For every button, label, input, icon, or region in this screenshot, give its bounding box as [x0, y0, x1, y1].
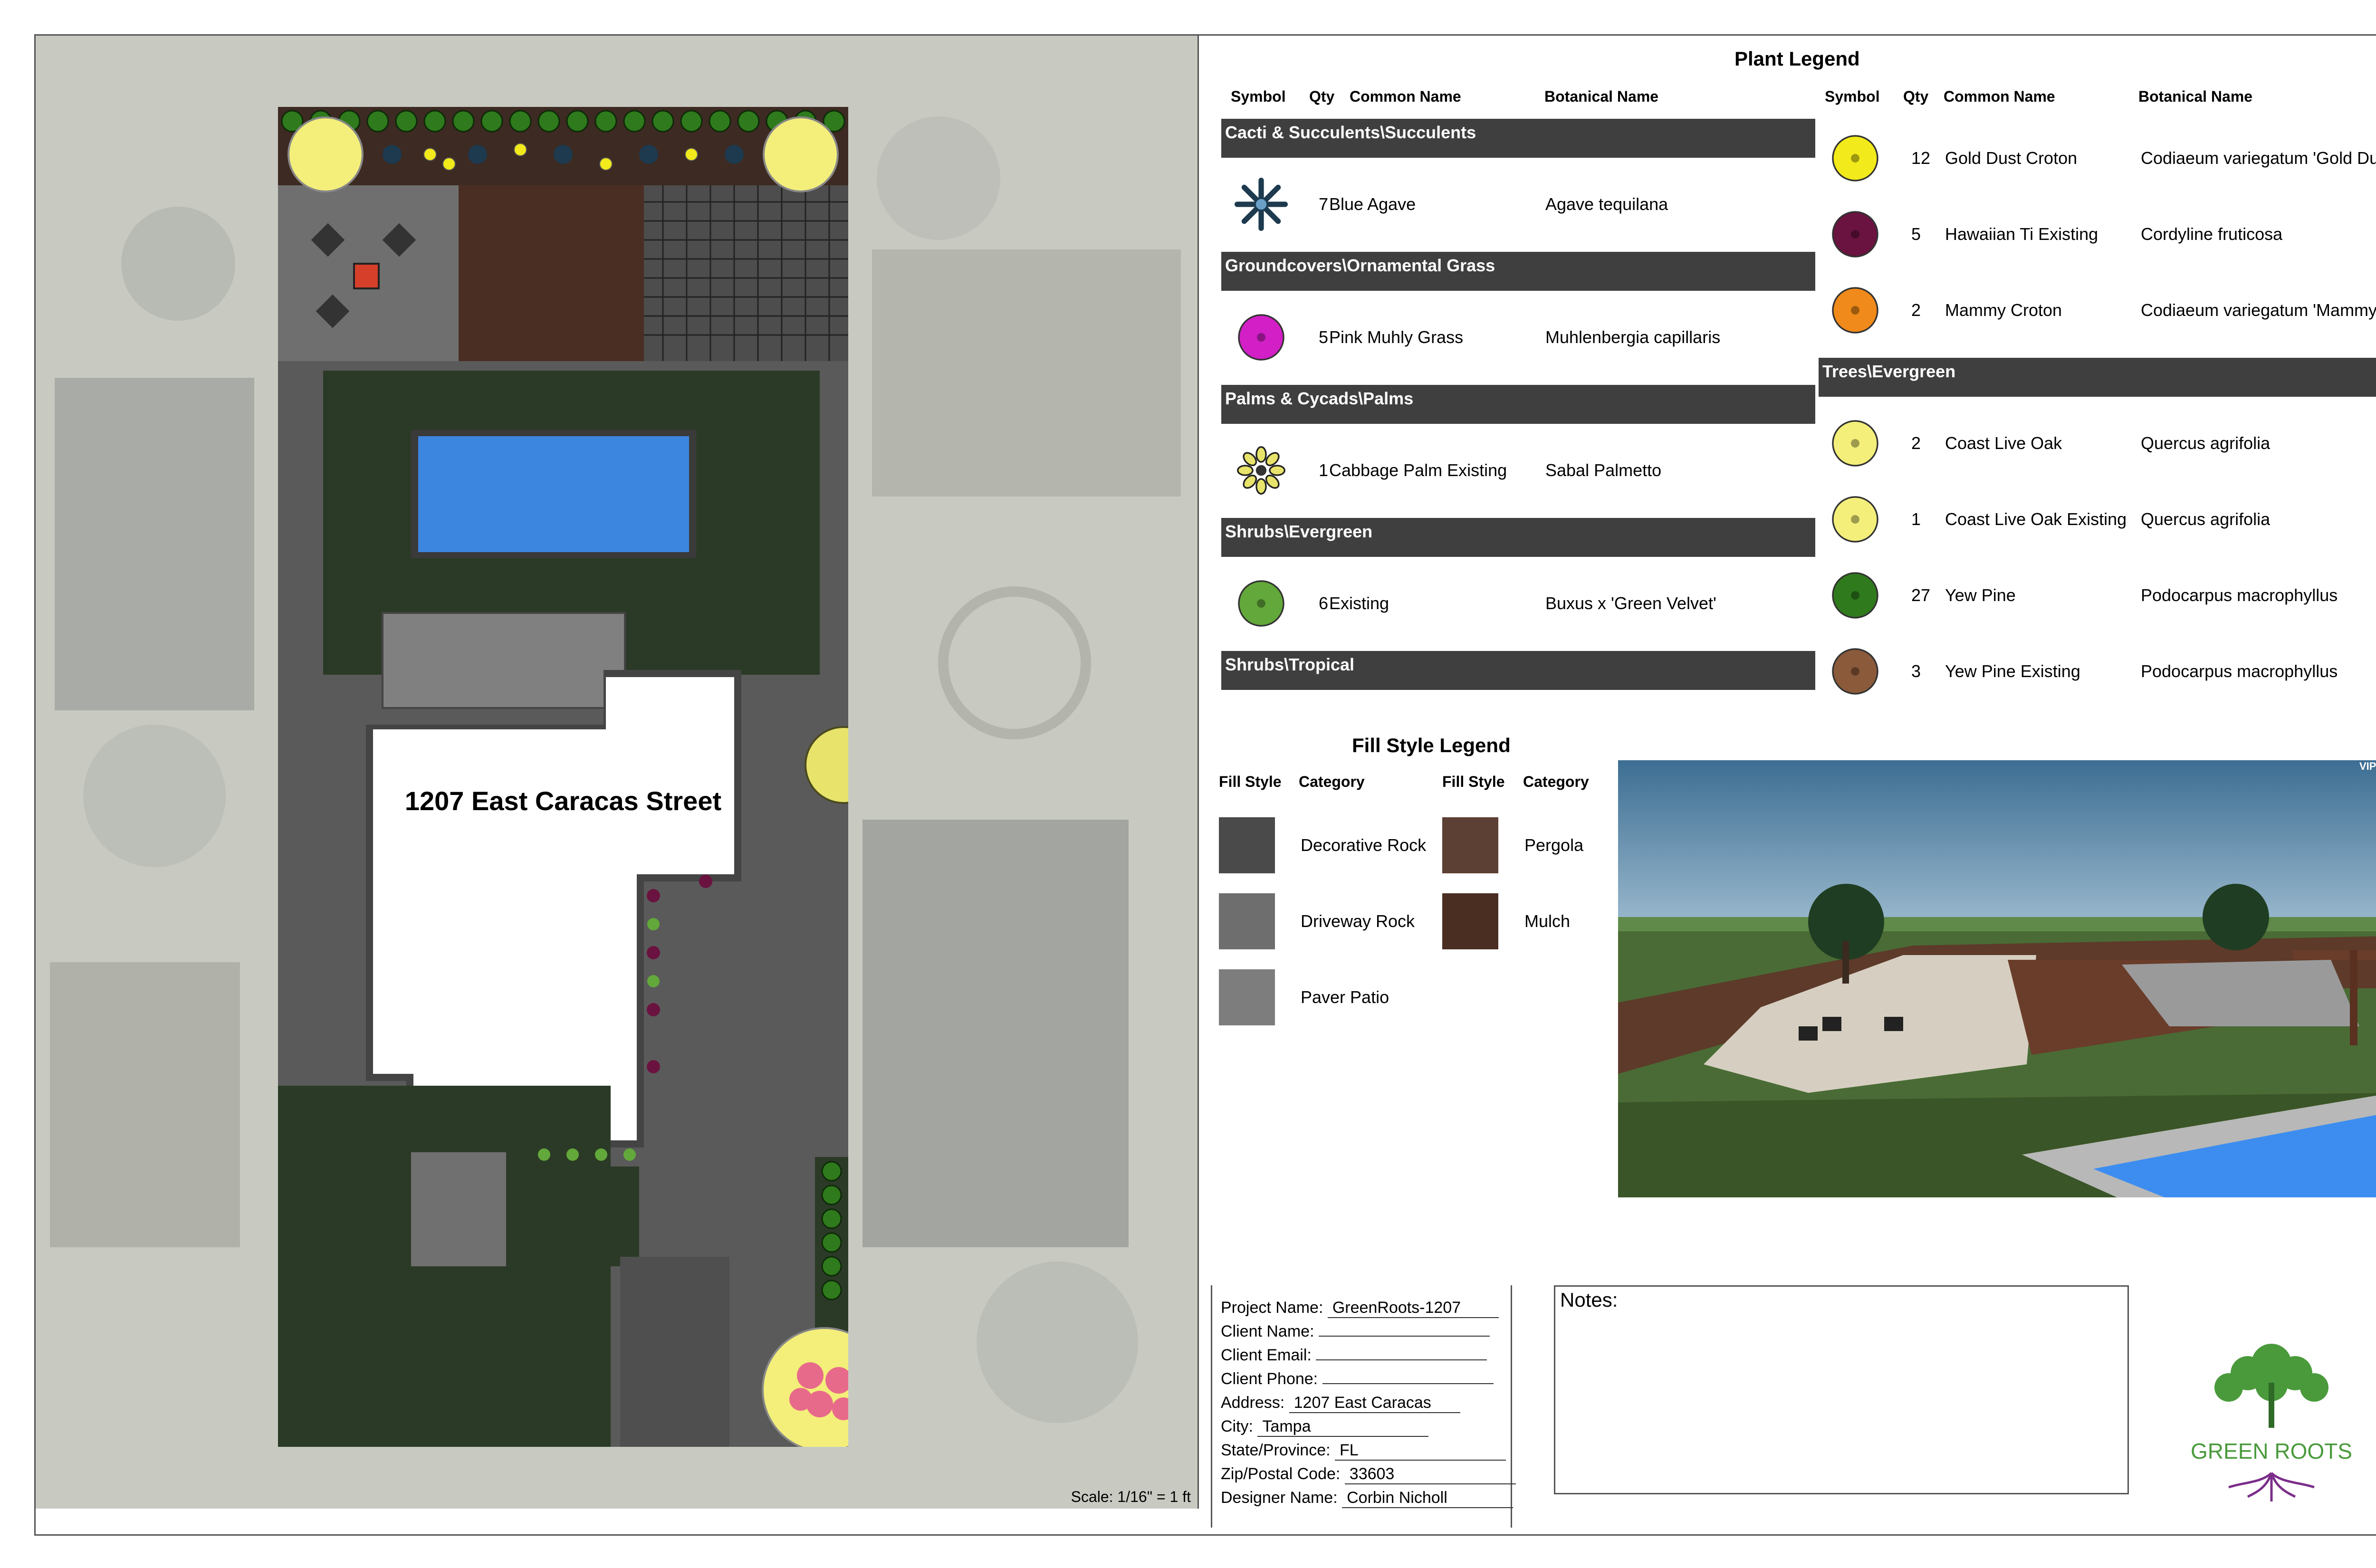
title-block-value: [1318, 1336, 1490, 1337]
coast-live-oak-icon: [1832, 420, 1878, 467]
legend-botanical-name: Podocarpus macrophyllus: [2141, 585, 2338, 605]
fill-swatch: [1219, 969, 1275, 1025]
notes-label: Notes:: [1560, 1289, 1618, 1311]
header-symbol-right: Symbol: [1825, 88, 1880, 105]
legend-category-3: Trees\Evergreen: [1819, 358, 2376, 397]
title-block-label: Project Name:: [1221, 1299, 1328, 1317]
legend-common-name: Yew Pine: [1945, 585, 2016, 605]
header-botanical-right: Botanical Name: [2138, 88, 2253, 105]
legend-row: 5 Hawaiian Ti Existing Cordyline fruticosa: [0, 206, 2376, 263]
fill-swatch: [1442, 817, 1498, 873]
title-block-value: GreenRoots-1207: [1327, 1299, 1499, 1318]
fill-swatch: [1442, 893, 1498, 949]
legend-qty: 5: [1911, 224, 1921, 244]
title-block-label: City:: [1221, 1417, 1258, 1435]
header-qty-right: Qty: [1903, 88, 1929, 105]
legend-row: 2 Coast Live Oak Quercus agrifolia: [0, 415, 2376, 472]
legend-botanical-name: Podocarpus macrophyllus: [2141, 661, 2338, 681]
title-block-row: Address: 1207 East Caracas: [1221, 1394, 1460, 1413]
legend-qty: 2: [1911, 433, 1921, 453]
legend-botanical-name: Codiaeum variegatum 'Mammy: [2141, 300, 2376, 320]
title-block-row: State/Province: FL: [1221, 1441, 1506, 1461]
notes-box: Notes:: [1554, 1285, 2129, 1494]
legend-qty: 3: [1911, 661, 1921, 681]
legend-botanical-name: Codiaeum variegatum 'Gold Du: [2141, 148, 2376, 168]
header-symbol-left: Symbol: [1231, 88, 1286, 105]
fill-header-fill-left: Fill Style: [1219, 773, 1282, 790]
fill-label: Driveway Rock: [1301, 911, 1415, 931]
legend-qty: 27: [1911, 585, 1931, 605]
fill-label: Pergola: [1524, 835, 1584, 855]
legend-row: 2 Mammy Croton Codiaeum variegatum 'Mammy: [0, 282, 2376, 339]
fill-header-category-left: Category: [1299, 773, 1365, 790]
yew-pine-icon: [1832, 572, 1878, 619]
header-qty-left: Qty: [1309, 88, 1335, 105]
title-block-label: Zip/Postal Code:: [1221, 1465, 1345, 1483]
title-block-row: City: Tampa: [1221, 1417, 1429, 1437]
fill-label: Mulch: [1524, 911, 1571, 931]
gold-dust-croton-icon: [1832, 135, 1878, 182]
mammy-croton-icon: [1832, 287, 1878, 334]
legend-common-name: Coast Live Oak: [1945, 433, 2062, 453]
render-watermark: VIPSO: [2359, 760, 2376, 772]
title-block-label: Client Name:: [1221, 1322, 1319, 1340]
legend-botanical-name: Cordyline fruticosa: [2141, 224, 2283, 244]
coast-live-oak-existing-icon: [1832, 496, 1878, 543]
fill-label: Paver Patio: [1301, 987, 1389, 1007]
title-block-label: State/Province:: [1221, 1441, 1335, 1459]
title-block-value: 1207 East Caracas: [1289, 1394, 1460, 1413]
header-common-left: Common Name: [1350, 88, 1461, 105]
hawaiian-ti-icon: [1832, 211, 1878, 258]
scale-text: Scale: 1/16" = 1 ft: [1071, 1488, 1191, 1505]
address-label: 1207 East Caracas Street: [405, 786, 721, 816]
legend-row: 1 Coast Live Oak Existing Quercus agrifoli…: [0, 491, 2376, 548]
title-block-row: Designer Name: Corbin Nicholl: [1221, 1489, 1514, 1508]
legend-qty: 1: [1911, 509, 1921, 529]
legend-qty: 2: [1911, 300, 1921, 320]
title-block-label: Address:: [1221, 1394, 1289, 1412]
title-block-row: Project Name: GreenRoots-1207: [1221, 1299, 1499, 1318]
title-block-row: Client Email:: [1221, 1346, 1487, 1365]
legend-common-name: Coast Live Oak Existing: [1945, 509, 2127, 529]
yew-pine-existing-icon: [1832, 648, 1878, 695]
legend-common-name: Gold Dust Croton: [1945, 148, 2078, 168]
fill-legend-title: Fill Style Legend: [1352, 734, 1511, 756]
legend-row: 3 Yew Pine Existing Podocarpus macrophyllu…: [0, 643, 2376, 700]
title-block-label: Designer Name:: [1221, 1489, 1342, 1507]
tree-logo-icon: GREEN ROOTS: [2191, 1344, 2352, 1501]
fill-swatch: [1219, 893, 1275, 949]
fill-header-fill-right: Fill Style: [1442, 773, 1505, 790]
header-common-right: Common Name: [1944, 88, 2055, 105]
title-block: Project Name: GreenRoots-1207 Client Name…: [1211, 1285, 1516, 1528]
3d-render: VIPSO: [1618, 760, 2376, 1197]
legend-botanical-name: Quercus agrifolia: [2141, 509, 2271, 529]
plant-legend-title: Plant Legend: [1734, 48, 1860, 70]
title-block-value: 33603: [1344, 1465, 1516, 1484]
title-block-value: Corbin Nicholl: [1342, 1489, 1514, 1508]
title-block-value: Tampa: [1257, 1417, 1429, 1437]
fill-label: Decorative Rock: [1301, 835, 1427, 855]
fill-swatch: [1219, 817, 1275, 873]
legend-common-name: Mammy Croton: [1945, 300, 2062, 320]
legend-row: 12 Gold Dust Croton Codiaeum variegatum 'G…: [0, 130, 2376, 187]
title-block-value: [1316, 1359, 1487, 1360]
title-block-label: Client Phone:: [1221, 1370, 1322, 1388]
logo-text: GREEN ROOTS: [2191, 1439, 2352, 1463]
title-block-value: [1322, 1383, 1494, 1384]
render-scene: VIPSO: [1618, 760, 2376, 1197]
legend-common-name: Yew Pine Existing: [1945, 661, 2080, 681]
fill-header-category-right: Category: [1523, 773, 1589, 790]
title-block-row: Client Name:: [1221, 1322, 1490, 1341]
legend-common-name: Hawaiian Ti Existing: [1945, 224, 2098, 244]
title-block-row: Client Phone:: [1221, 1370, 1494, 1388]
legend-qty: 12: [1911, 148, 1931, 168]
green-roots-logo: GREEN ROOTS: [2172, 1330, 2371, 1511]
title-block-label: Client Email:: [1221, 1346, 1316, 1364]
legend-botanical-name: Quercus agrifolia: [2141, 433, 2271, 453]
header-botanical-left: Botanical Name: [1544, 88, 1659, 105]
legend-row: 27 Yew Pine Podocarpus macrophyllus: [0, 567, 2376, 624]
title-block-row: Zip/Postal Code: 33603: [1221, 1465, 1516, 1484]
title-block-value: FL: [1335, 1441, 1506, 1461]
